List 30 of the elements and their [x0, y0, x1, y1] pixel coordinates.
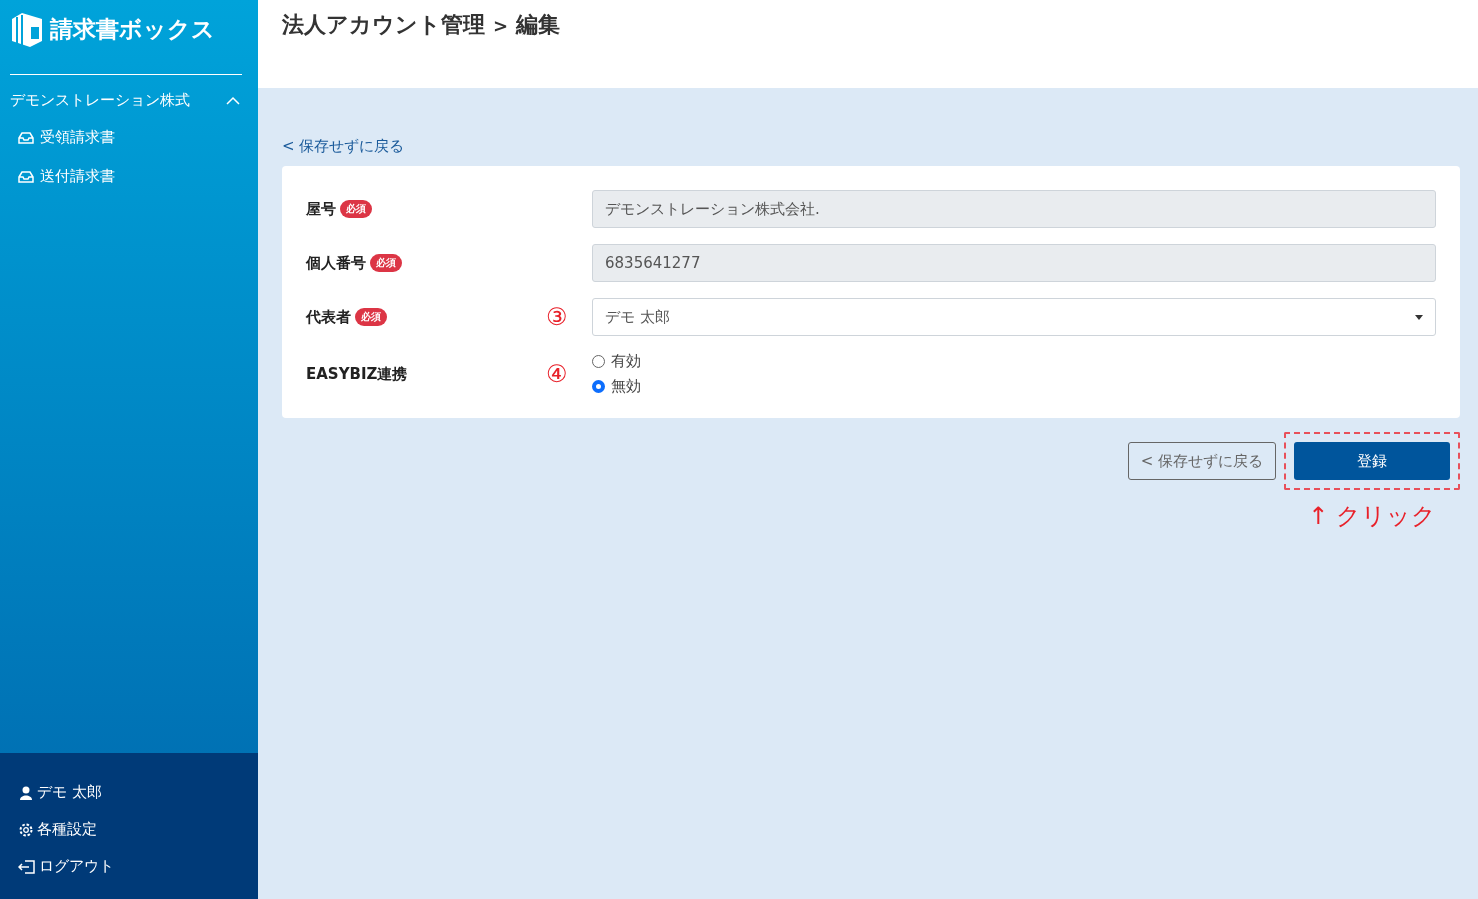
settings-icon [18, 821, 34, 838]
logout-icon [18, 859, 36, 874]
back-link[interactable]: < 保存せずに戻る [282, 137, 405, 156]
app-logo-text: 請求書ボックス [50, 14, 215, 44]
user-icon [18, 785, 34, 800]
logo-icon [10, 11, 44, 47]
caret-icon [1415, 314, 1423, 320]
sidebar-footer-item[interactable]: 各種設定 [18, 820, 258, 839]
sidebar-footer-item[interactable]: ログアウト [18, 857, 258, 876]
required-badge: 必須 [355, 308, 387, 326]
step-annotation: ④ [546, 360, 568, 388]
cancel-button[interactable]: < 保存せずに戻る [1127, 442, 1276, 480]
field-label: 代表者 [306, 307, 351, 327]
radio-option[interactable]: 無効 [592, 377, 1436, 396]
page-subtitle: 編集 [516, 11, 561, 39]
field-label: EASYBIZ連携 [306, 364, 408, 384]
required-badge: 必須 [370, 254, 402, 272]
field-label: 屋号 [306, 199, 336, 219]
click-instruction-text: ↑ クリック [1308, 501, 1436, 532]
inbox-icon [18, 131, 34, 144]
field-label: 個人番号 [306, 253, 366, 273]
inbox-icon [18, 170, 34, 183]
breadcrumb-separator: > [493, 15, 509, 36]
submit-button[interactable]: 登録 [1294, 442, 1450, 480]
sidebar-footer-item[interactable]: デモ 太郎 [18, 783, 258, 802]
step-annotation: ③ [546, 303, 568, 331]
select-field[interactable]: デモ 太郎 [592, 298, 1436, 336]
page-title: 法人アカウント管理 [282, 11, 485, 39]
required-badge: 必須 [340, 200, 372, 218]
radio-option[interactable]: 有効 [592, 352, 1436, 371]
